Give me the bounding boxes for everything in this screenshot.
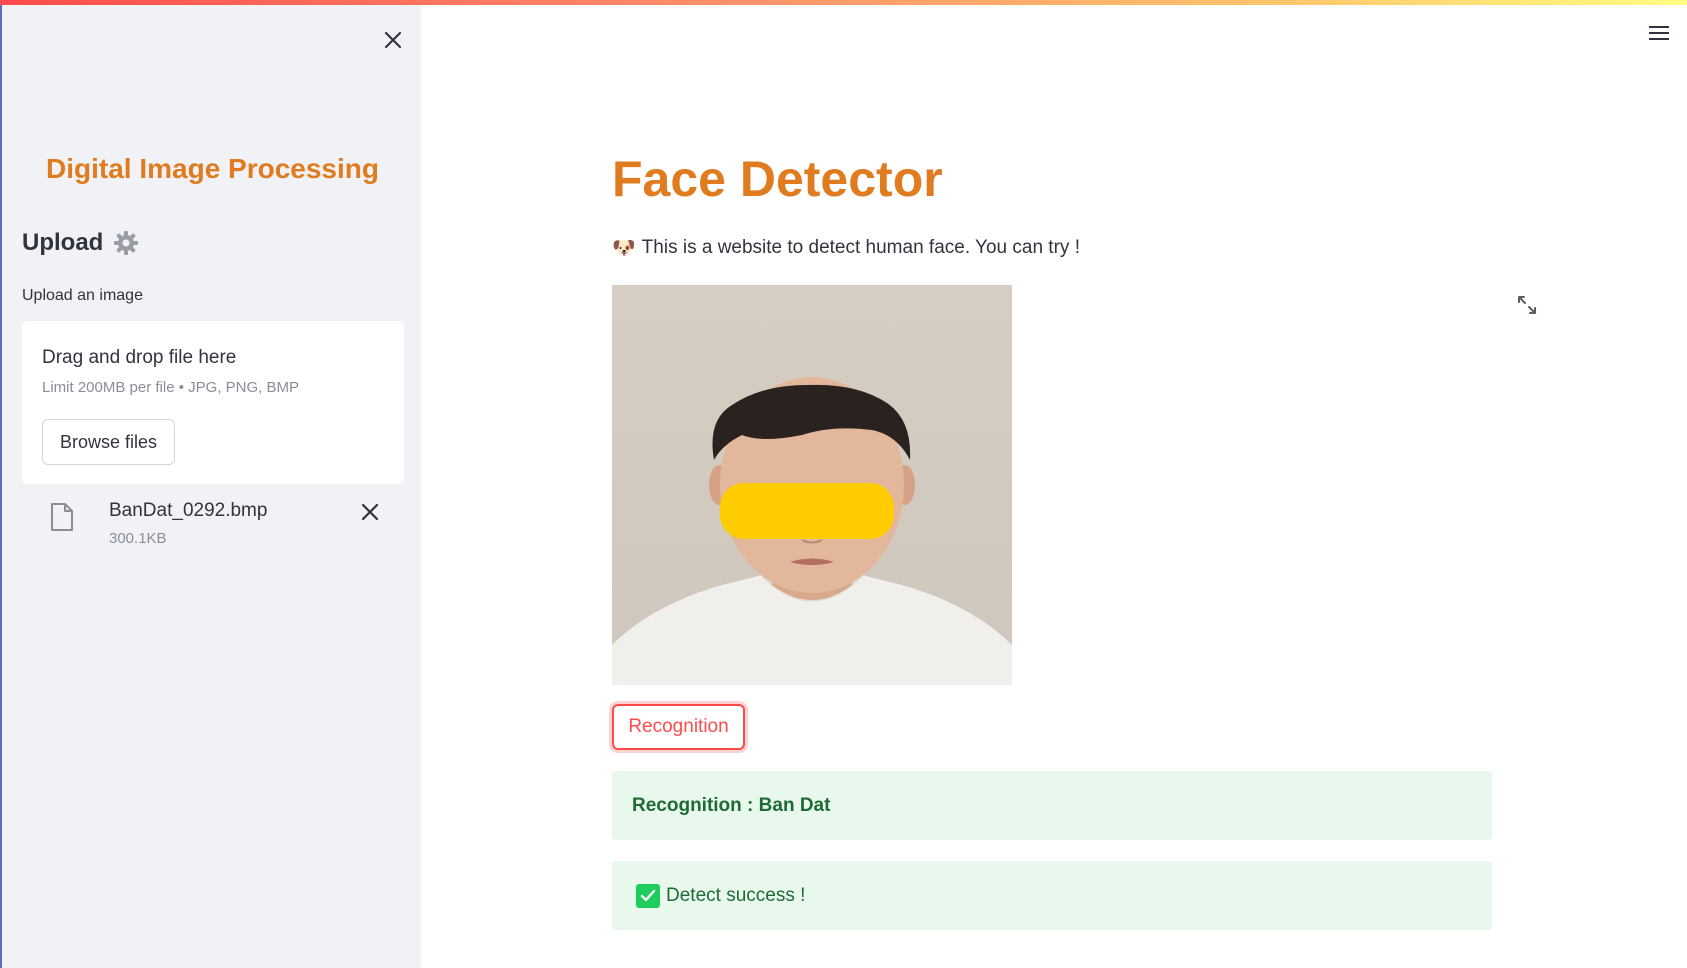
file-size: 300.1KB	[109, 530, 167, 547]
upload-heading-label: Upload	[22, 229, 104, 256]
main-menu-button[interactable]	[1648, 24, 1670, 42]
browse-files-button[interactable]: Browse files	[42, 419, 175, 465]
remove-file-button[interactable]	[358, 500, 382, 524]
checkmark-icon	[636, 883, 660, 908]
dog-emoji-icon: 🐶	[612, 238, 636, 259]
fullscreen-icon	[1518, 296, 1536, 314]
close-icon	[384, 31, 402, 49]
upload-heading: Upload	[22, 229, 139, 257]
file-name: BanDat_0292.bmp	[109, 500, 268, 521]
dropzone-limit: Limit 200MB per file • JPG, PNG, BMP	[42, 379, 299, 396]
sidebar-title: Digital Image Processing	[46, 153, 379, 184]
file-dropzone[interactable]: Drag and drop file here Limit 200MB per …	[22, 321, 404, 484]
page-title: Face Detector	[612, 151, 943, 207]
hamburger-menu-icon	[1649, 26, 1669, 40]
remove-file-icon	[361, 503, 379, 521]
recognition-result-text: Recognition : Ban Dat	[632, 794, 831, 816]
upload-label: Upload an image	[22, 287, 143, 304]
face-image	[612, 285, 1012, 685]
success-alert: Detect success !	[612, 861, 1492, 930]
face-photo-illustration	[612, 285, 1012, 685]
recognition-button[interactable]: Recognition	[612, 704, 745, 750]
fullscreen-button[interactable]	[1516, 294, 1538, 316]
success-text: Detect success !	[666, 884, 806, 906]
uploaded-file-item: BanDat_0292.bmp 300.1KB	[22, 494, 404, 554]
recognition-result-alert: Recognition : Ban Dat	[612, 771, 1492, 840]
intro-message: This is a website to detect human face. …	[641, 237, 1080, 258]
dropzone-title: Drag and drop file here	[42, 347, 237, 368]
sidebar: Digital Image Processing Upload Upload a…	[0, 5, 421, 968]
close-sidebar-button[interactable]	[380, 27, 406, 53]
gear-icon	[114, 231, 139, 255]
file-icon	[51, 503, 73, 531]
intro-text: 🐶 This is a website to detect human face…	[612, 236, 1080, 260]
